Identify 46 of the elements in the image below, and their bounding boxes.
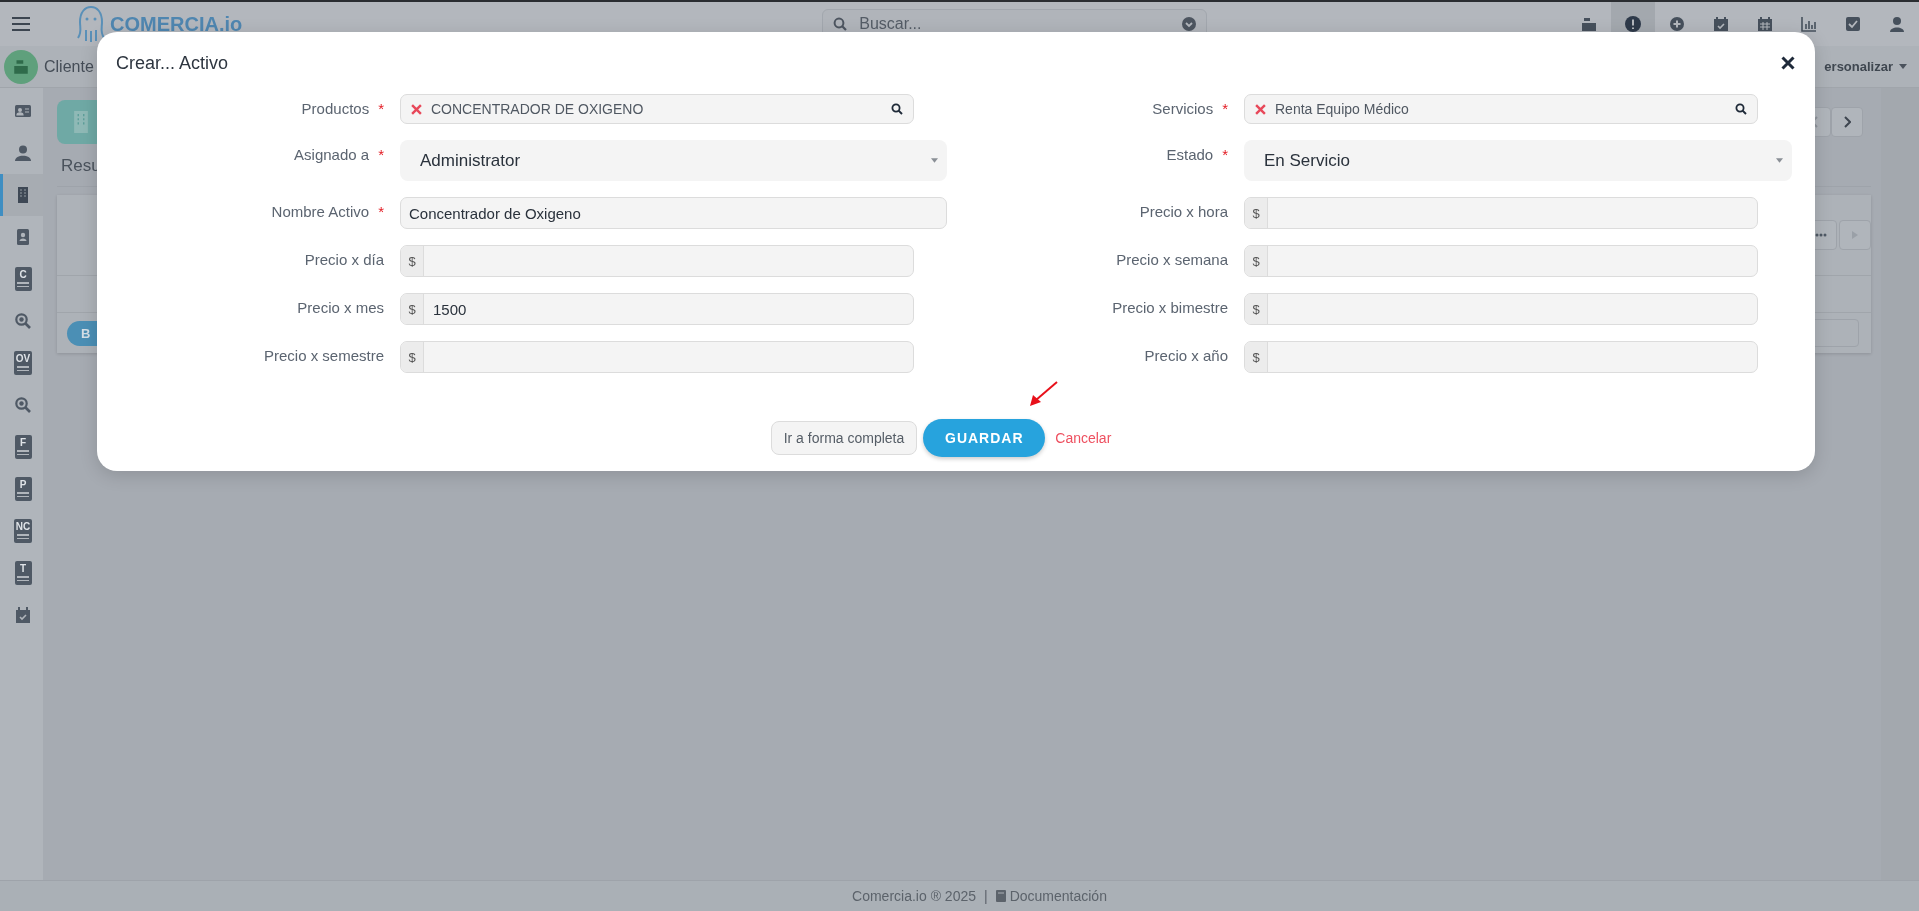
page-title: Cliente (44, 57, 94, 76)
sidebar-item[interactable]: F (0, 426, 43, 468)
document-icon: T (14, 561, 32, 585)
sidebar-item[interactable]: NC (0, 510, 43, 552)
lookup-field[interactable]: CONCENTRADOR DE OXIGENO (400, 94, 914, 124)
currency-prefix: $ (1245, 198, 1268, 228)
field-label: Precio x semana (1115, 250, 1228, 268)
currency-prefix: $ (401, 342, 424, 372)
field-label: Precio x hora (1138, 202, 1228, 220)
sidebar-item[interactable]: C (0, 258, 43, 300)
sidebar-item[interactable]: OV (0, 342, 43, 384)
save-button[interactable]: GUARDAR (923, 419, 1046, 457)
field-label: Precio x mes (296, 298, 384, 316)
documentation-link[interactable]: Documentación (1009, 888, 1107, 904)
document-icon: OV (13, 351, 33, 375)
currency-prefix: $ (1245, 342, 1268, 372)
select-field[interactable]: Administrator (400, 140, 947, 181)
sidebar-item[interactable]: P (0, 468, 43, 510)
copyright-text: Comercia.io ® 2025 (852, 888, 976, 904)
sidebar-item[interactable]: T (0, 552, 43, 594)
separator: | (984, 888, 988, 904)
currency-prefix: $ (1245, 294, 1268, 324)
field-label: Servicios * (1151, 99, 1228, 117)
currency-prefix: $ (401, 294, 424, 324)
cancel-link[interactable]: Cancelar (1055, 430, 1112, 446)
app-logo: COMERCIA.io (110, 12, 243, 36)
text-field[interactable]: Concentrador de Oxigeno (400, 197, 947, 229)
document-icon: C (14, 267, 32, 291)
document-icon: NC (13, 519, 33, 543)
field-label: Precio x bimestre (1111, 298, 1228, 316)
field-label: Precio x semestre (262, 346, 384, 364)
document-icon: P (14, 477, 32, 501)
customize-menu[interactable]: ersonalizar (1824, 59, 1907, 74)
field-label: Estado * (1165, 145, 1228, 163)
full-form-button[interactable]: Ir a forma completa (770, 421, 918, 455)
document-icon: F (14, 435, 32, 459)
lookup-field[interactable]: Renta Equipo Médico (1244, 94, 1758, 124)
currency-prefix: $ (1245, 246, 1268, 276)
modal-title: Crear... Activo (116, 52, 229, 74)
currency-prefix: $ (401, 246, 424, 276)
field-label: Nombre Activo * (270, 202, 384, 220)
field-label: Productos * (300, 99, 384, 117)
field-label: Precio x año (1143, 346, 1228, 364)
field-label: Precio x día (303, 250, 384, 268)
field-label: Asignado a * (293, 145, 384, 163)
select-field[interactable]: En Servicio (1244, 140, 1792, 181)
